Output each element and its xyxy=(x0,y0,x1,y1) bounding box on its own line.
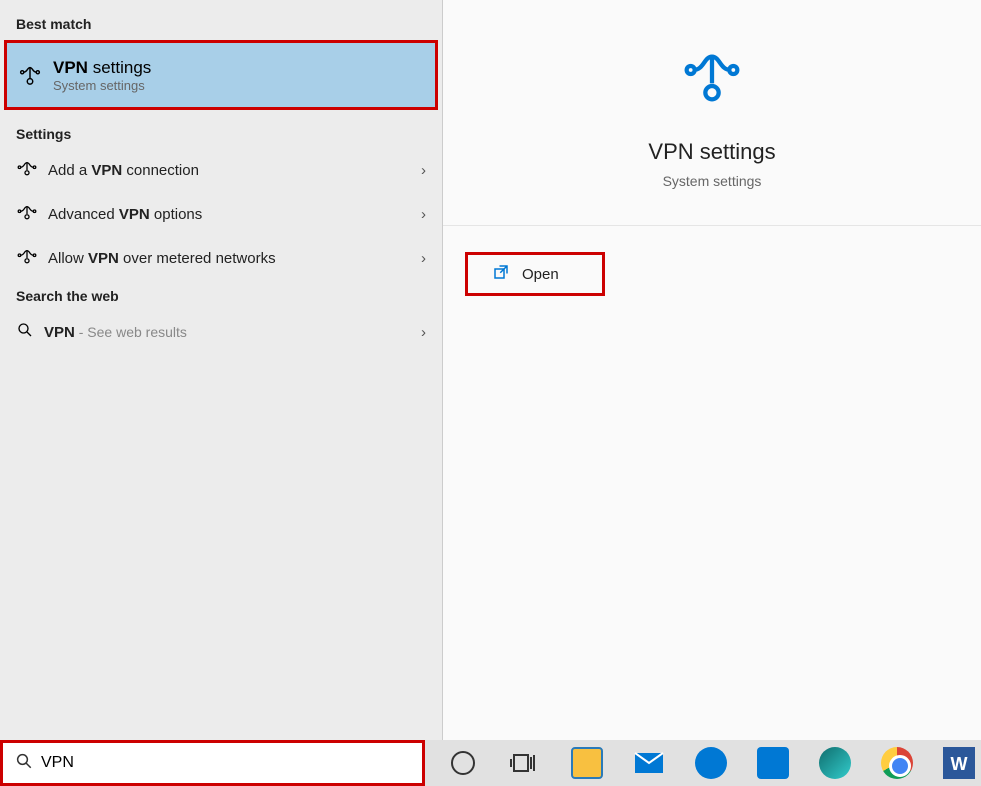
search-icon xyxy=(15,752,33,775)
settings-item-allow-vpn-metered[interactable]: Allow VPN over metered networks › xyxy=(0,236,442,280)
search-input[interactable] xyxy=(41,754,410,772)
preview-title: VPN settings xyxy=(648,139,775,165)
task-view-button[interactable] xyxy=(503,741,547,785)
file-explorer-icon xyxy=(571,747,603,779)
results-left-panel: Best match VPN settings System settings … xyxy=(0,0,443,740)
preview-content: VPN settings System settings xyxy=(443,0,981,226)
vpn-icon xyxy=(16,203,38,225)
taskbar-buttons: W xyxy=(441,741,981,785)
edge-button[interactable] xyxy=(813,741,857,785)
cortana-icon xyxy=(451,751,475,775)
search-results-layout: Best match VPN settings System settings … xyxy=(0,0,981,740)
chrome-icon xyxy=(881,747,913,779)
section-search-web: Search the web xyxy=(0,280,442,310)
chevron-right-icon: › xyxy=(421,250,426,267)
open-icon xyxy=(492,263,510,286)
preview-subtitle: System settings xyxy=(663,173,762,189)
chrome-button[interactable] xyxy=(875,741,919,785)
mail-button[interactable] xyxy=(627,741,671,785)
settings-item-add-vpn[interactable]: Add a VPN connection › xyxy=(0,148,442,192)
web-result-vpn[interactable]: VPN - See web results › xyxy=(0,310,442,354)
preview-panel: VPN settings System settings xyxy=(443,0,981,740)
vpn-large-icon xyxy=(680,46,744,115)
section-best-match: Best match xyxy=(0,8,442,38)
best-match-vpn-settings[interactable]: VPN settings System settings xyxy=(4,40,438,110)
search-icon xyxy=(16,321,34,344)
open-label: Open xyxy=(522,266,559,283)
chevron-right-icon: › xyxy=(421,206,426,223)
mail-icon xyxy=(633,747,665,779)
cortana-button[interactable] xyxy=(441,741,485,785)
vpn-icon xyxy=(16,159,38,181)
vpn-icon xyxy=(16,247,38,269)
best-match-texts: VPN settings System settings xyxy=(53,58,151,93)
preview-actions xyxy=(443,225,981,226)
chevron-right-icon: › xyxy=(421,324,426,341)
svg-text:W: W xyxy=(951,754,968,774)
task-view-icon xyxy=(509,747,541,779)
file-explorer-button[interactable] xyxy=(565,741,609,785)
edge-icon xyxy=(819,747,851,779)
open-button[interactable]: Open xyxy=(465,252,605,296)
word-button[interactable]: W xyxy=(937,741,981,785)
office-icon xyxy=(757,747,789,779)
word-icon: W xyxy=(943,747,975,779)
office-button[interactable] xyxy=(751,741,795,785)
chevron-right-icon: › xyxy=(421,162,426,179)
dell-button[interactable] xyxy=(689,741,733,785)
vpn-icon xyxy=(19,64,41,86)
search-box[interactable] xyxy=(0,740,425,786)
taskbar: W xyxy=(0,740,981,786)
settings-item-advanced-vpn[interactable]: Advanced VPN options › xyxy=(0,192,442,236)
section-settings: Settings xyxy=(0,118,442,148)
dell-icon xyxy=(695,747,727,779)
